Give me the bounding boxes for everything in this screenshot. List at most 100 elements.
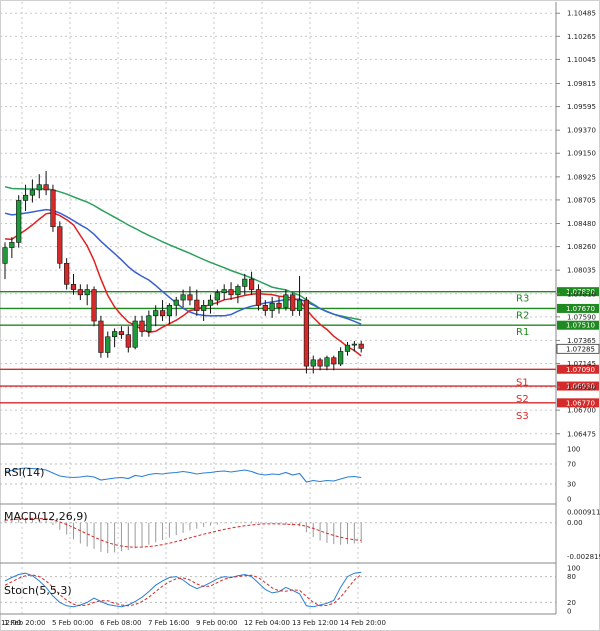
candle-body-up xyxy=(36,184,42,191)
candle-body-down xyxy=(276,302,282,308)
candle-body-down xyxy=(331,357,337,365)
price-tick-label: 1.07145 xyxy=(567,360,596,368)
price-tick-label: 1.08480 xyxy=(567,220,596,228)
x-tick-label: 5 Feb 00:00 xyxy=(52,619,93,627)
candle-body-up xyxy=(16,200,22,243)
price-tick-label: 1.08260 xyxy=(567,243,596,251)
current-price-label: 1.07285 xyxy=(566,345,595,353)
price-tick-label: 1.07810 xyxy=(567,290,596,298)
candle-body-up xyxy=(9,242,15,248)
candle-body-down xyxy=(77,289,83,296)
candle-body-up xyxy=(221,289,227,294)
candle-body-up xyxy=(283,294,289,308)
candle-body-up xyxy=(112,331,118,338)
candle xyxy=(303,296,310,374)
candle-body-up xyxy=(338,351,344,365)
candle-body-up xyxy=(29,189,36,196)
price-tick-label: 1.09150 xyxy=(567,150,596,158)
candle-body-up xyxy=(105,336,111,353)
price-tick-label: 1.08925 xyxy=(567,173,596,181)
candle xyxy=(132,315,138,350)
candle-body-down xyxy=(187,294,193,301)
candle-body-down xyxy=(98,320,104,353)
candle-body-up xyxy=(324,357,330,367)
candle-body-down xyxy=(262,304,268,311)
price-tick-label: 1.07365 xyxy=(567,337,596,345)
candle-body-up xyxy=(173,299,179,306)
candle-body-up xyxy=(214,292,220,301)
candle-body-down xyxy=(64,263,70,285)
candle-body-down xyxy=(194,299,200,311)
x-tick-label: 14 Feb 20:00 xyxy=(340,619,386,627)
level-price-label: 1.07670 xyxy=(566,305,595,313)
candle-body-down xyxy=(255,289,262,306)
x-tick-label: 13 Feb 12:00 xyxy=(292,619,338,627)
candle xyxy=(98,315,104,358)
price-tick-label: 1.09370 xyxy=(567,127,596,135)
candle-body-up xyxy=(22,194,29,201)
candle-body-down xyxy=(249,278,255,290)
level-name-r3: R3 xyxy=(516,294,529,305)
candle xyxy=(91,286,97,327)
candle-body-down xyxy=(91,289,97,322)
candle-body-up xyxy=(242,278,248,287)
candle-body-down xyxy=(70,284,77,290)
candle-body-up xyxy=(310,359,316,367)
stoch-tick-label: 0 xyxy=(567,608,571,616)
candle-body-down xyxy=(125,334,131,348)
price-tick-label: 1.10265 xyxy=(567,33,596,41)
candle-body-up xyxy=(132,320,138,348)
price-tick-label: 1.10485 xyxy=(567,10,596,18)
price-tick-label: 1.06700 xyxy=(567,407,596,415)
rsi-tick-label: 0 xyxy=(567,496,571,504)
candle-body-up xyxy=(166,304,173,317)
stoch-tick-label: 100 xyxy=(567,565,580,573)
candle-body-up xyxy=(207,299,214,306)
candle-body-down xyxy=(43,184,49,191)
candle-body-up xyxy=(201,304,207,311)
x-tick-label: 1 Feb 20:00 xyxy=(4,619,45,627)
rsi-tick-label: 30 xyxy=(567,481,576,489)
price-tick-label: 1.10045 xyxy=(567,56,596,64)
candle xyxy=(57,221,63,269)
candle-body-up xyxy=(153,310,159,317)
candle-body-up xyxy=(84,289,90,296)
stoch-tick-label: 20 xyxy=(567,599,576,607)
candle-body-up xyxy=(180,294,186,301)
candle xyxy=(50,184,56,232)
candle-body-down xyxy=(290,294,296,311)
stoch-title: Stoch(5,5,3) xyxy=(4,584,72,597)
x-tick-label: 6 Feb 08:00 xyxy=(100,619,141,627)
rsi-title: RSI(14) xyxy=(4,466,44,479)
level-name-r2: R2 xyxy=(516,310,529,321)
macd-tick-label: 0.00 xyxy=(567,519,583,527)
candle-body-up xyxy=(235,286,241,296)
chart-canvas: 1.07830R31.07670R21.07510R11.07090S1 1.06… xyxy=(0,0,600,631)
price-tick-label: 1.06920 xyxy=(567,384,596,392)
macd-title: MACD(12,26,9) xyxy=(4,510,88,523)
price-tick-label: 1.08705 xyxy=(567,196,596,204)
price-tick-label: 1.08035 xyxy=(567,267,596,275)
candle xyxy=(16,195,22,248)
candle-body-up xyxy=(2,247,8,264)
candle-body-down xyxy=(50,189,56,227)
candle-body-up xyxy=(146,315,152,332)
macd-tick-label: -0.002819 xyxy=(567,553,600,561)
candle-body-down xyxy=(57,226,63,264)
level-price-label: 1.07510 xyxy=(566,322,595,330)
rsi-tick-label: 70 xyxy=(567,461,576,469)
price-tick-label: 1.07590 xyxy=(567,313,596,321)
x-tick-label: 12 Feb 04:00 xyxy=(244,619,290,627)
candle-body-down xyxy=(303,299,310,367)
rsi-tick-label: 100 xyxy=(567,446,580,454)
candle-body-up xyxy=(351,343,357,346)
candle-body-up xyxy=(296,299,303,311)
candle-body-up xyxy=(344,344,351,352)
candle-body-down xyxy=(159,310,166,317)
candle-body-down xyxy=(358,343,364,349)
level-name-s3: S3 xyxy=(516,411,529,422)
macd-tick-label: 0.000911 xyxy=(567,508,600,516)
x-tick-label: 7 Feb 16:00 xyxy=(148,619,189,627)
price-tick-label: 1.06475 xyxy=(567,430,596,438)
x-tick-label: 9 Feb 00:00 xyxy=(196,619,237,627)
